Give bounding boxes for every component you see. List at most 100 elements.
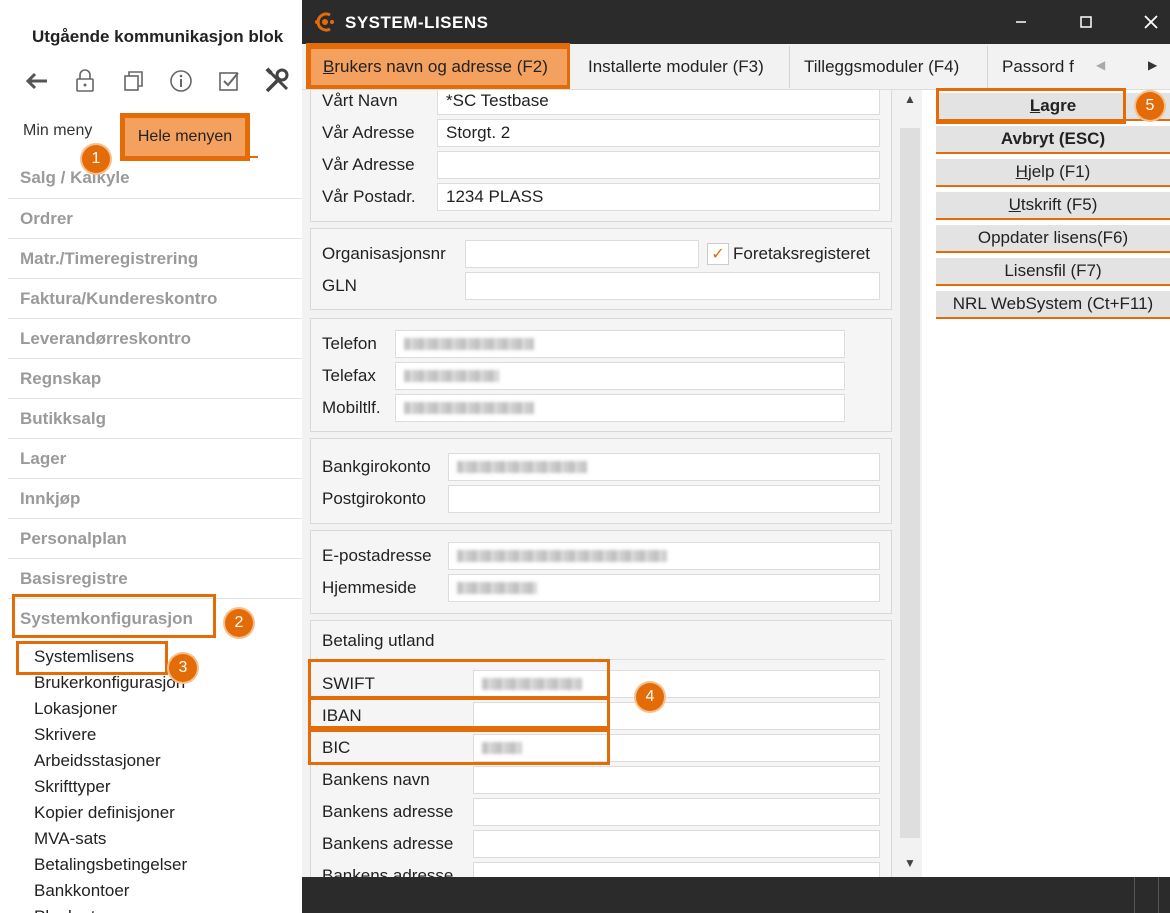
vart-navn-field[interactable]: *SC Testbase [437,90,880,115]
menu-item-leverandor[interactable]: Leverandørreskontro [8,318,302,358]
menu-item-ordrer[interactable]: Ordrer [8,198,302,238]
sub-item-mva-sats[interactable]: MVA-sats [34,826,187,852]
bank-addr3-field[interactable] [473,862,880,877]
annotation-badge-3: 3 [169,654,197,682]
help-label: jelp (F1) [1027,162,1091,181]
sub-item-arbeidsstasjoner[interactable]: Arbeidsstasjoner [34,748,187,774]
scrollbar-thumb[interactable] [900,128,920,838]
telefon-field[interactable] [395,330,845,358]
bankgiro-field[interactable] [448,453,880,481]
minimize-icon[interactable] [1006,8,1036,36]
epost-field[interactable] [448,542,880,570]
hjemmeside-label: Hjemmeside [322,578,417,597]
menu-item-timeregistrering[interactable]: Matr./Timeregistrering [8,238,302,278]
scroll-up-icon[interactable]: ▲ [904,92,916,106]
bank-name-field[interactable] [473,766,880,794]
menu-item-lager[interactable]: Lager [8,438,302,478]
mobil-label: Mobiltlf. [322,398,381,417]
row-hjemmeside: Hjemmeside [311,574,891,602]
row-vart-navn: Vårt Navn *SC Testbase [311,90,891,115]
phone-group: Telefon Telefax Mobiltlf. [310,318,892,432]
form-scrollbar[interactable]: ▲ ▼ [898,90,922,877]
sub-item-lokasjoner[interactable]: Lokasjoner [34,696,187,722]
bank-addr3-label: Bankens adresse [322,866,454,877]
maximize-icon[interactable] [1071,8,1101,36]
copy-icon[interactable] [118,66,148,96]
print-button[interactable]: Utskrift (F5) [936,192,1170,220]
back-arrow-icon[interactable] [22,66,52,96]
license-file-button[interactable]: Lisensfil (F7) [936,258,1170,286]
tab-scroll-right-icon[interactable]: ▶ [1148,58,1157,72]
sub-item-betalingsbetingelser[interactable]: Betalingsbetingelser [34,852,187,878]
tab-label: Tilleggsmoduler (F4) [804,57,960,76]
cancel-button[interactable]: Avbryt (ESC) [936,126,1170,154]
update-license-button[interactable]: Oppdater lisens(F6) [936,225,1170,253]
checkbox-icon[interactable] [214,66,244,96]
adresse1-field[interactable]: Storgt. 2 [437,119,880,147]
annotation-badge-2: 2 [225,609,253,637]
websystem-button[interactable]: NRL WebSystem (Ct+F11) [936,291,1170,319]
lock-icon[interactable] [70,66,100,96]
panel-title: Utgående kommunikasjon blok [32,27,284,46]
redacted-value [457,550,667,562]
menu-item-personalplan[interactable]: Personalplan [8,518,302,558]
postadr-label: Vår Postadr. [322,187,416,206]
row-bank-name: Bankens navn [311,766,891,794]
info-icon[interactable] [166,66,196,96]
main-menu-list: Salg / Kalkyle Ordrer Matr./Timeregistre… [8,158,302,638]
menu-item-regnskap[interactable]: Regnskap [8,358,302,398]
sub-item-planlagte-oppgaver[interactable]: Planlagte oppgaver [34,904,187,913]
gln-field[interactable] [465,272,880,300]
foretak-checkbox[interactable]: ✓ [707,243,729,265]
redacted-value [404,338,534,350]
row-telefon: Telefon [311,330,891,358]
annotation-badge-5: 5 [1136,92,1164,120]
tab-label: Passord f [1002,57,1074,76]
web-group: E-postadresse Hjemmeside [310,530,892,614]
close-icon[interactable] [1136,8,1166,36]
row-postgiro: Postgirokonto [311,485,891,513]
status-divider [1158,877,1159,913]
hjemmeside-field[interactable] [448,574,880,602]
sub-item-skrifttyper[interactable]: Skrifttyper [34,774,187,800]
status-bar [302,877,1170,913]
highlight-first-tab [306,43,570,89]
gln-label: GLN [322,276,357,295]
menu-item-faktura[interactable]: Faktura/Kundereskontro [8,278,302,318]
tab-my-menu[interactable]: Min meny [23,122,92,140]
tab-password[interactable]: Passord f [990,46,1078,88]
mobil-field[interactable] [395,394,845,422]
menu-item-salg[interactable]: Salg / Kalkyle [8,158,302,198]
row-bank-addr1: Bankens adresse [311,798,891,826]
annotation-badge-1: 1 [82,145,110,173]
menu-item-innkjop[interactable]: Innkjøp [8,478,302,518]
redacted-value [457,461,587,473]
tools-icon[interactable] [262,66,292,96]
postadr-field[interactable]: 1234 PLASS [437,183,880,211]
row-postadr: Vår Postadr. 1234 PLASS [311,183,891,211]
orgnr-label: Organisasjonsnr [322,244,446,263]
sub-item-skrivere[interactable]: Skrivere [34,722,187,748]
postgiro-field[interactable] [448,485,880,513]
sub-item-kopier-definisjoner[interactable]: Kopier definisjoner [34,800,187,826]
orgnr-field[interactable] [465,240,699,268]
redacted-value [404,370,499,382]
tab-scroll-left-icon[interactable]: ◀ [1096,58,1105,72]
bank-addr1-field[interactable] [473,798,880,826]
adresse2-field[interactable] [437,151,880,179]
sub-item-bankkontoer[interactable]: Bankkontoer [34,878,187,904]
menu-item-butikksalg[interactable]: Butikksalg [8,398,302,438]
address-group: Vårt Navn *SC Testbase Vår Adresse Storg… [310,90,892,222]
highlight-systemkonfigurasjon [12,594,216,638]
systemkonfigurasjon-submenu: Systemlisens Brukerkonfigurasjon Lokasjo… [34,644,187,913]
status-divider [1134,877,1135,913]
scroll-down-icon[interactable]: ▼ [904,856,916,870]
tab-installed-modules[interactable]: Installerte moduler (F3) [576,46,790,88]
bankgiro-label: Bankgirokonto [322,457,431,476]
bank-addr1-label: Bankens adresse [322,802,454,821]
tab-extra-modules[interactable]: Tilleggsmoduler (F4) [792,46,988,88]
bank-addr2-field[interactable] [473,830,880,858]
menu-item-basisregistre[interactable]: Basisregistre [8,558,302,598]
help-button[interactable]: Hjelp (F1) [936,159,1170,187]
telefax-field[interactable] [395,362,845,390]
